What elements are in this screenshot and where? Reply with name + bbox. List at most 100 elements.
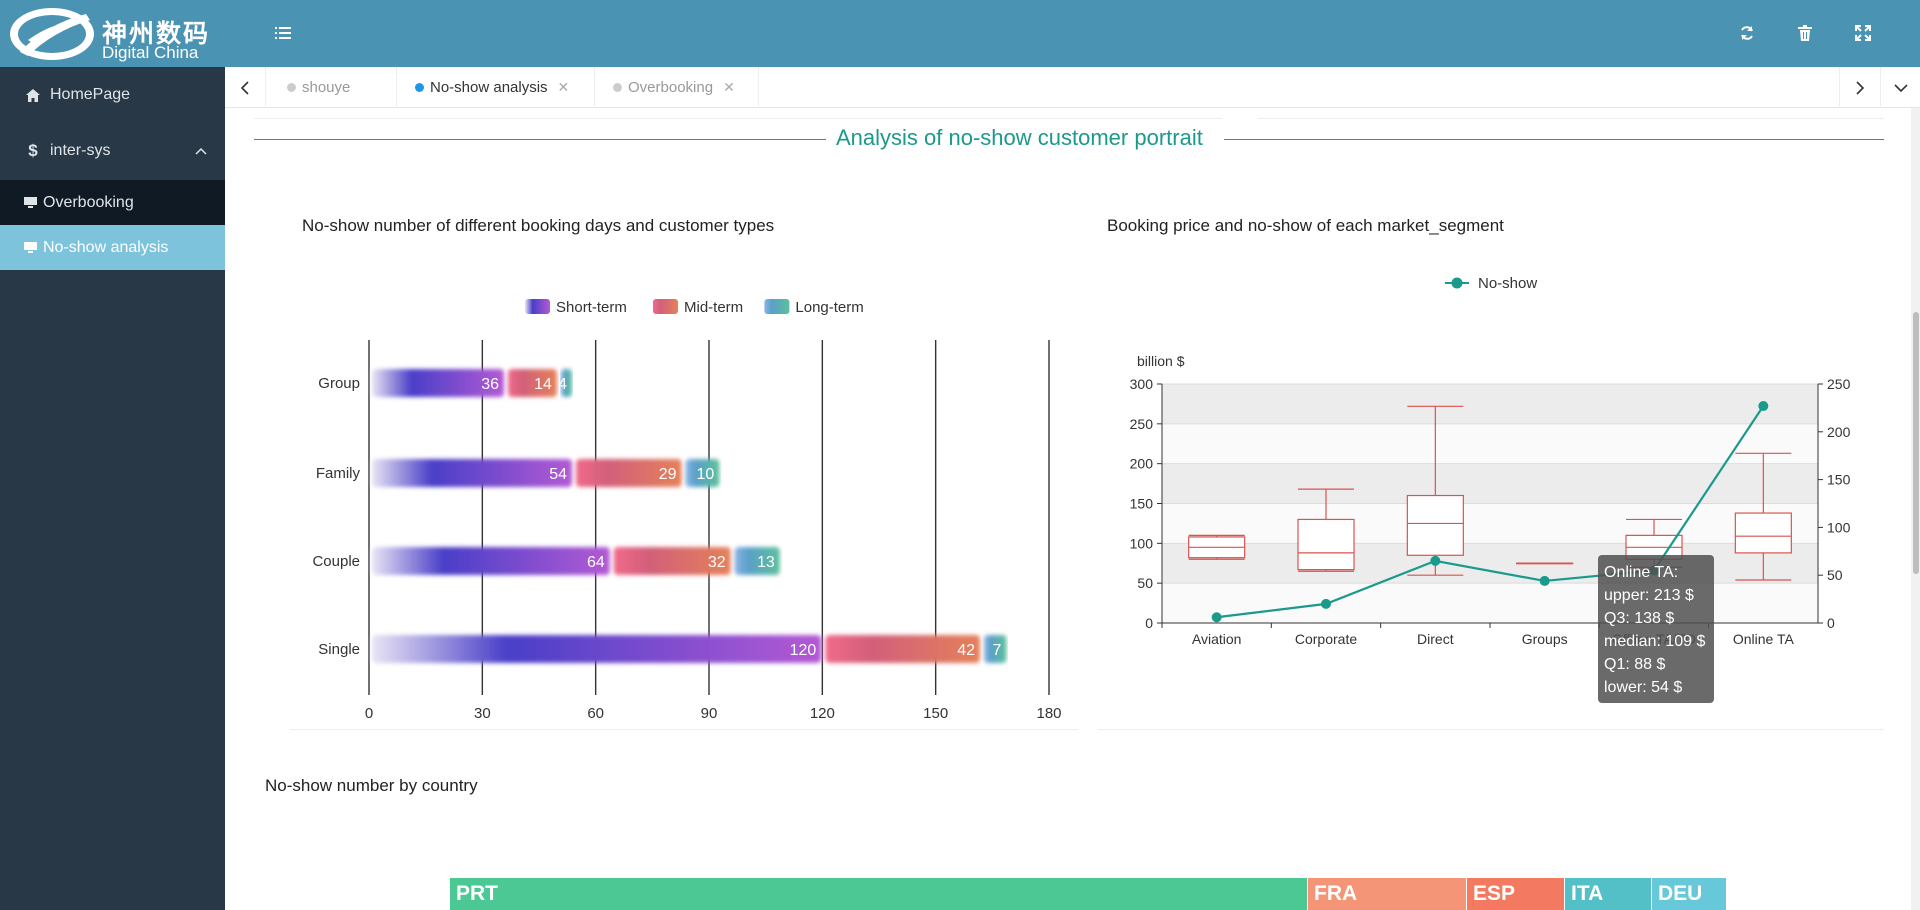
bar-value-label: 42 xyxy=(957,642,975,659)
y-tick-label: 50 xyxy=(1137,575,1153,591)
fullscreen-button[interactable] xyxy=(1852,22,1874,44)
legend-marker xyxy=(1451,277,1463,289)
y-tick-label: 250 xyxy=(1130,416,1154,432)
y2-tick-label: 150 xyxy=(1827,472,1851,488)
refresh-button[interactable] xyxy=(1736,22,1758,44)
tooltip-line: Q3: 138 $ xyxy=(1604,610,1675,627)
treemap-cell-esp[interactable]: ESP xyxy=(1467,878,1564,910)
y-tick-label: 0 xyxy=(1145,615,1153,631)
tooltip-line: upper: 213 $ xyxy=(1604,587,1694,604)
logo-english-text: Digital China xyxy=(102,43,199,62)
tab-label: No-show analysis xyxy=(430,79,548,96)
x-tick-label: 60 xyxy=(587,705,604,722)
tooltip-title: Online TA: xyxy=(1604,564,1679,581)
treemap-cell-ita[interactable]: ITA xyxy=(1565,878,1651,910)
delete-button[interactable] xyxy=(1794,22,1816,44)
x-tick-label: Direct xyxy=(1417,631,1454,647)
trash-icon xyxy=(1798,25,1812,41)
panel-divider xyxy=(254,118,1222,119)
fullscreen-icon xyxy=(1855,25,1871,41)
x-tick-label: 120 xyxy=(810,705,835,722)
y-tick-label: 150 xyxy=(1130,496,1154,512)
y-tick-label: 300 xyxy=(1130,376,1154,392)
bar-value-label: 54 xyxy=(549,466,567,483)
booking-price-boxplot-chart: No-show billion $ 0 50 100 150 200 250 300 0 50 100… xyxy=(1130,275,1851,647)
legend-label: No-show xyxy=(1478,275,1537,292)
bar-value-label: 4 xyxy=(558,376,567,393)
x-tick-label: 30 xyxy=(474,705,491,722)
legend-label: Short-term xyxy=(556,299,627,316)
legend-label: Long-term xyxy=(795,299,863,316)
y2-tick-label: 250 xyxy=(1827,376,1851,392)
y-tick-label: Single xyxy=(318,641,360,658)
tab-options-button[interactable] xyxy=(1880,67,1920,108)
no-show-stacked-bar-chart: Short-term Mid-term Long-term 0 30 60 90 120 150… xyxy=(312,299,1062,722)
bar-value-label: 36 xyxy=(481,376,499,393)
tab-close-icon[interactable]: ✕ xyxy=(558,79,570,96)
treemap-cell-prt[interactable]: PRT xyxy=(450,878,1307,910)
sidebar-subitem-overbooking[interactable]: Overbooking xyxy=(0,180,225,225)
y2-tick-label: 100 xyxy=(1827,519,1851,535)
tab-bar: shouye No-show analysis ✕ Overbooking ✕ xyxy=(225,67,1920,108)
menu-toggle-button[interactable] xyxy=(272,22,294,44)
no-show-point xyxy=(1211,612,1222,623)
logo: 神州数码 Digital China xyxy=(6,4,226,64)
section-rule-right xyxy=(1224,139,1884,140)
tab-label: Overbooking xyxy=(628,79,714,96)
panel-divider xyxy=(1258,118,1884,119)
x-tick-label: Aviation xyxy=(1192,631,1242,647)
scrollbar-thumb[interactable] xyxy=(1913,312,1919,574)
sidebar-item-inter-sys[interactable]: $ inter-sys xyxy=(0,123,225,179)
chevron-right-icon xyxy=(1856,80,1864,95)
treemap-chart-title: No-show number by country xyxy=(265,776,478,795)
grid-band xyxy=(1162,583,1818,623)
tab-no-show-analysis[interactable]: No-show analysis ✕ xyxy=(397,67,595,108)
tooltip-line: Q1: 88 $ xyxy=(1604,656,1666,673)
tab-overbooking[interactable]: Overbooking ✕ xyxy=(595,67,759,108)
x-tick-label: 90 xyxy=(701,705,718,722)
box-body xyxy=(1406,494,1464,556)
chevron-up-icon xyxy=(195,147,207,155)
bar-value-label: 7 xyxy=(993,642,1002,659)
legend-swatch xyxy=(764,299,790,314)
tab-shouye[interactable]: shouye xyxy=(267,67,397,108)
bar-segment xyxy=(372,635,822,663)
y-tick-label: Family xyxy=(316,465,361,482)
bar-value-label: 10 xyxy=(697,466,715,483)
bar-segment xyxy=(372,547,610,575)
sidebar: HomePage $ inter-sys Overbooking No-show… xyxy=(0,67,225,910)
monitor-icon xyxy=(24,197,37,208)
grid-band xyxy=(1162,463,1818,504)
tab-status-dot xyxy=(287,83,296,92)
tab-scroll-right-button[interactable] xyxy=(1839,67,1880,108)
section-title: Analysis of no-show customer portrait xyxy=(836,125,1203,150)
tab-scroll-left-button[interactable] xyxy=(225,67,266,108)
y-tick-label: Couple xyxy=(312,553,360,570)
legend-swatch xyxy=(653,299,678,314)
boxplot-tooltip: Online TA: upper: 213 $ Q3: 138 $ median… xyxy=(1598,555,1714,703)
dollar-icon: $ xyxy=(28,141,38,160)
tab-label: shouye xyxy=(302,79,351,96)
y2-tick-label: 50 xyxy=(1827,567,1843,583)
sidebar-item-label: HomePage xyxy=(50,86,131,103)
grid-band xyxy=(1162,423,1818,464)
no-show-point xyxy=(1758,400,1769,411)
tooltip-line: lower: 54 $ xyxy=(1604,679,1683,696)
logo-mark-icon xyxy=(10,8,94,60)
bar-value-label: 14 xyxy=(534,376,552,393)
x-tick-label: 0 xyxy=(365,705,373,722)
treemap-cell-deu[interactable]: DEU xyxy=(1652,878,1726,910)
x-tick-label: Online TA xyxy=(1733,631,1795,647)
bar-value-label: 64 xyxy=(587,554,605,571)
sidebar-subitem-no-show-analysis[interactable]: No-show analysis xyxy=(0,225,225,270)
section-rule-left xyxy=(254,139,826,140)
tab-close-icon[interactable]: ✕ xyxy=(723,79,735,96)
y2-tick-label: 200 xyxy=(1827,424,1851,440)
legend-swatch xyxy=(525,299,550,314)
sidebar-subitem-label: Overbooking xyxy=(43,193,134,211)
sidebar-item-homepage[interactable]: HomePage xyxy=(0,67,225,123)
bar-chart-title: No-show number of different booking days… xyxy=(302,216,775,235)
x-tick-label: Groups xyxy=(1522,631,1568,647)
treemap-cell-fra[interactable]: FRA xyxy=(1308,878,1466,910)
tab-status-dot xyxy=(613,83,622,92)
